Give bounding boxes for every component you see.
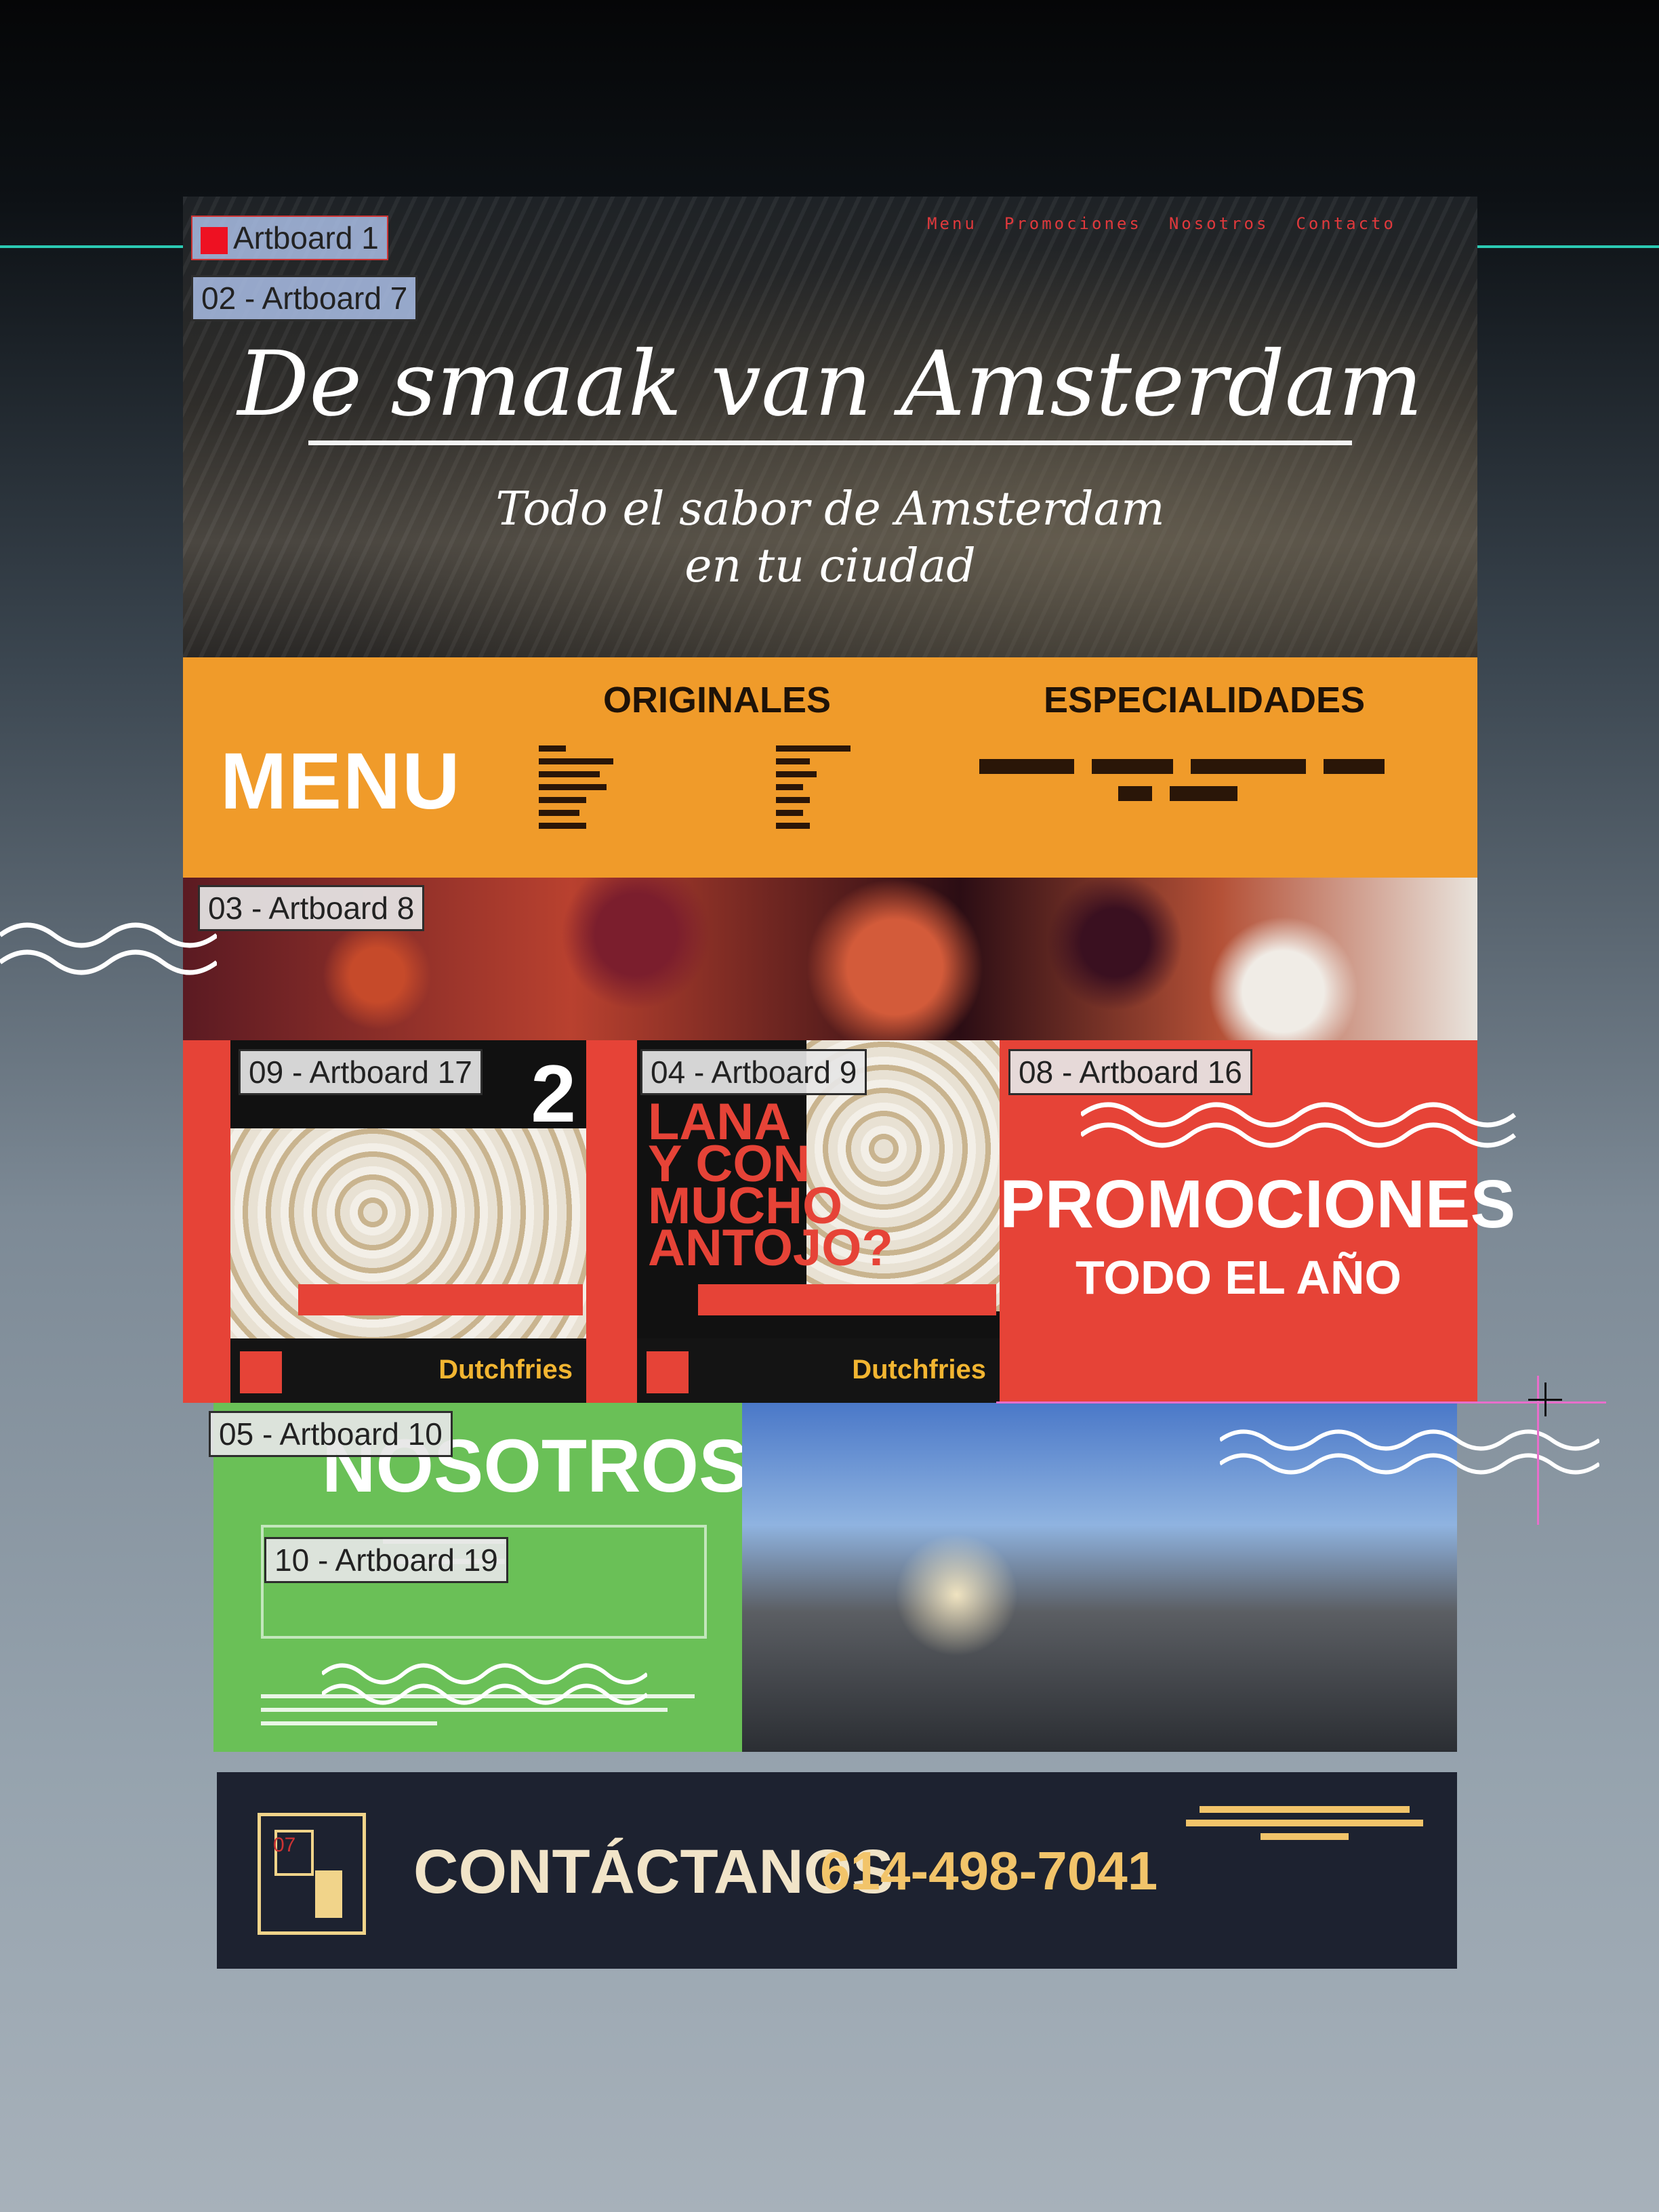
especialidades-list-row2	[1118, 786, 1237, 801]
menu-heading: MENU	[220, 737, 462, 826]
promo-banner-strip	[698, 1284, 996, 1315]
wave-overlay-icon	[1220, 1429, 1599, 1475]
nosotros-text-line	[261, 1694, 695, 1698]
wave-overlay-icon	[0, 922, 217, 975]
nav-item-menu[interactable]: Menu	[927, 214, 977, 233]
promociones-title: PROMOCIONES	[1000, 1166, 1516, 1242]
brand-name: Dutchfries	[438, 1355, 573, 1385]
originales-heading: ORIGINALES	[603, 680, 832, 720]
especialidades-list-row1	[979, 759, 1385, 774]
brand-strip: Dutchfries	[637, 1338, 1000, 1403]
nav-item-contacto[interactable]: Contacto	[1296, 214, 1396, 233]
hero-section[interactable]: Menu Promociones Nosotros Contacto De sm…	[183, 197, 1477, 657]
originales-list-left	[539, 745, 613, 829]
hero-subtitle-line1: Todo el sabor de Amsterdam	[495, 483, 1165, 536]
promo-banner-strip	[298, 1284, 583, 1315]
nosotros-text-line	[261, 1721, 437, 1725]
menu-section[interactable]: MENU ORIGINALES ESPECIALIDADES	[183, 657, 1477, 878]
selection-edge	[996, 1401, 1606, 1404]
nosotros-text-line	[261, 1708, 668, 1712]
brand-strip: Dutchfries	[230, 1338, 586, 1403]
artboard-red-marker-icon	[201, 226, 228, 254]
hero-subtitle-line2: en tu ciudad	[684, 539, 976, 593]
hero-divider	[308, 441, 1352, 445]
promo-headline: LANA Y CON MUCHO ANTOJO?	[648, 1093, 893, 1277]
promo-number: 2	[531, 1048, 576, 1139]
artboard-label-10[interactable]: 05 - Artboard 10	[209, 1411, 453, 1457]
contact-section[interactable]: 07 CONTÁCTANOS 614-498-7041	[217, 1772, 1457, 1969]
nav-item-nosotros[interactable]: Nosotros	[1169, 214, 1269, 233]
hero-title: De smaak van Amsterdam	[237, 332, 1423, 436]
contact-icon-label: 07	[273, 1834, 296, 1856]
artboard-label-1[interactable]: Artboard 1	[191, 216, 388, 260]
artboard-label-16[interactable]: 08 - Artboard 16	[1008, 1049, 1252, 1095]
artboard-label-19[interactable]: 10 - Artboard 19	[264, 1537, 508, 1583]
crosshair-cursor-icon	[1528, 1382, 1562, 1416]
artboard-label-9[interactable]: 04 - Artboard 9	[640, 1049, 867, 1095]
artboard-label-17[interactable]: 09 - Artboard 17	[239, 1049, 483, 1095]
artboard-label-7[interactable]: 02 - Artboard 7	[191, 275, 418, 321]
hero-subtitle: Todo el sabor de Amsterdam en tu ciudad	[183, 481, 1477, 595]
contact-note	[1186, 1799, 1423, 1847]
promociones-subtitle: TODO EL AÑO	[1076, 1251, 1401, 1304]
artboard-label-8[interactable]: 03 - Artboard 8	[198, 885, 425, 931]
qr-block	[315, 1870, 342, 1918]
contact-qr-icon: 07	[258, 1813, 366, 1935]
especialidades-heading: ESPECIALIDADES	[1044, 680, 1366, 720]
brand-logo-icon	[647, 1351, 689, 1393]
artboard-label-text: Artboard 1	[233, 220, 379, 255]
top-nav: Menu Promociones Nosotros Contacto	[927, 214, 1396, 233]
nav-item-promociones[interactable]: Promociones	[1004, 214, 1142, 233]
brand-name: Dutchfries	[852, 1355, 986, 1385]
originales-list-right	[776, 745, 851, 829]
brand-logo-icon	[240, 1351, 282, 1393]
contact-phone[interactable]: 614-498-7041	[820, 1840, 1158, 1902]
wave-decoration-icon	[322, 1663, 647, 1705]
